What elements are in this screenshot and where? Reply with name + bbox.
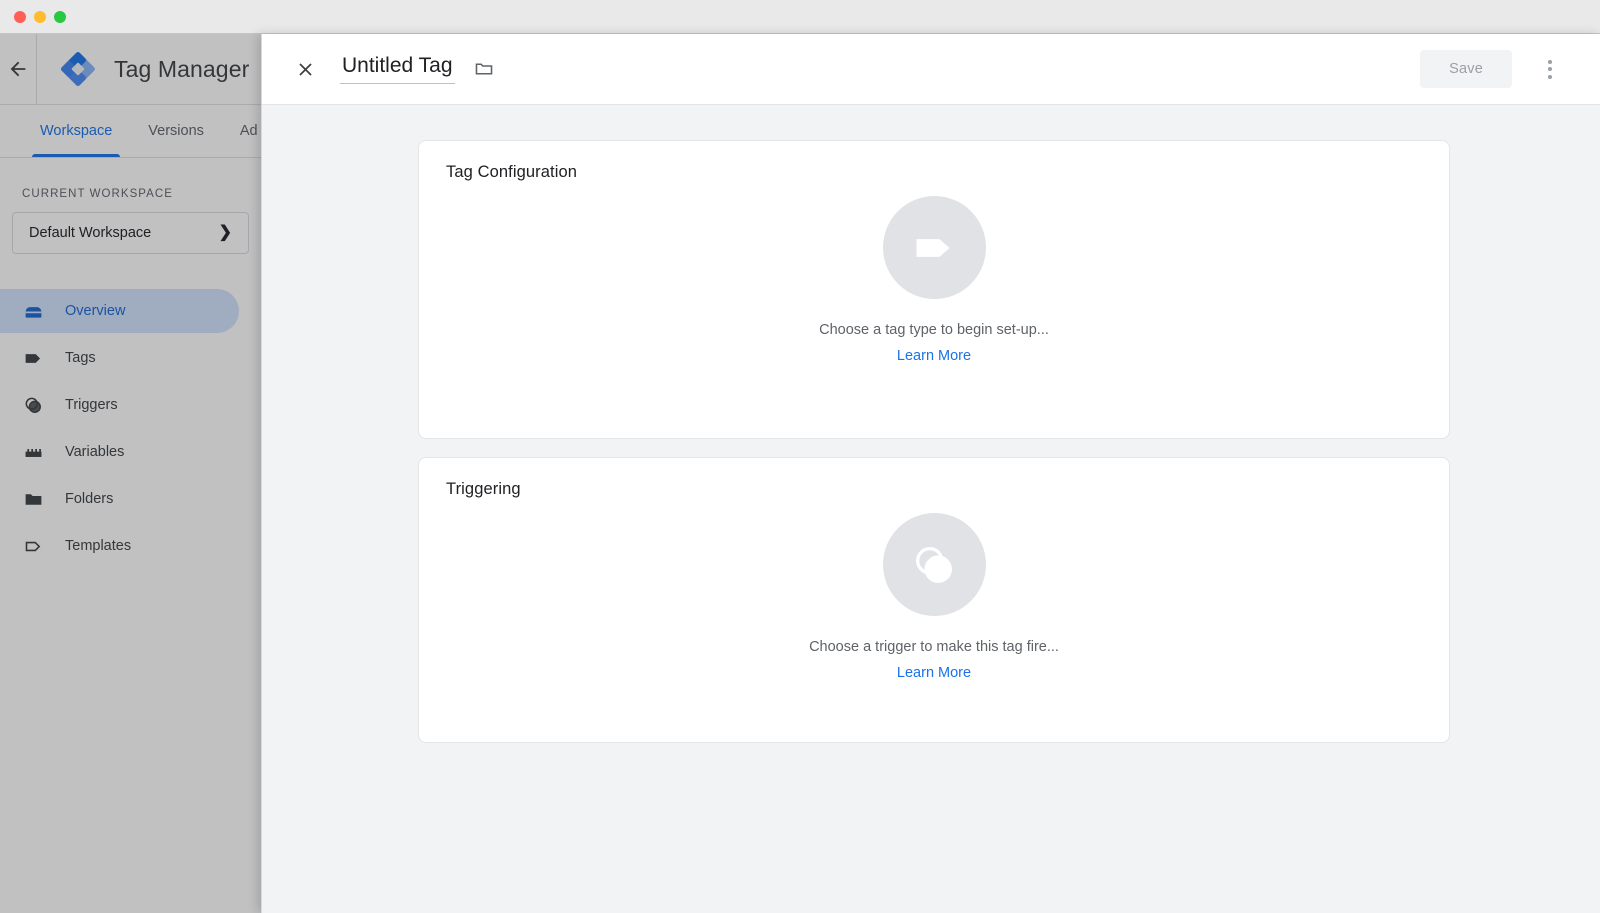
sidebar-item-templates[interactable]: Templates (0, 524, 239, 568)
folder-icon (22, 488, 44, 510)
triggering-caption: Choose a trigger to make this tag fire..… (809, 639, 1059, 655)
arrow-left-icon (10, 61, 26, 77)
back-button[interactable] (0, 34, 36, 105)
tag-configuration-card[interactable]: Tag Configuration Choose a tag type to b… (418, 140, 1450, 439)
sidebar-item-folders-label: Folders (65, 490, 114, 507)
traffic-lights (14, 10, 66, 23)
tag-editor-modal: Untitled Tag Save Tag Configuration Choo… (261, 34, 1600, 913)
variables-icon (22, 441, 44, 463)
tag-configuration-learn-more-link[interactable]: Learn More (897, 348, 971, 364)
tag-configuration-empty-state: Choose a tag type to begin set-up... Lea… (419, 196, 1449, 364)
window-titlebar (0, 0, 1600, 34)
sidebar-nav: Overview Tags Triggers Variables Folders… (0, 289, 261, 568)
more-options-button[interactable] (1530, 49, 1570, 89)
app-title: Tag Manager (114, 55, 250, 82)
more-vert-icon-dot-3 (1548, 74, 1552, 79)
save-button[interactable]: Save (1420, 50, 1512, 88)
app-window: Tag Manager Workspace Versions Ad CURREN… (0, 0, 1600, 913)
tab-admin-label: Ad (239, 122, 258, 139)
tag-name-input[interactable]: Untitled Tag (340, 54, 455, 85)
sidebar: CURRENT WORKSPACE Default Workspace ❯ Ov… (0, 158, 261, 913)
triggering-learn-more-link[interactable]: Learn More (897, 665, 971, 681)
sidebar-item-templates-label: Templates (65, 537, 132, 554)
workspace-name: Default Workspace (29, 225, 152, 241)
close-window-button[interactable] (14, 10, 26, 23)
sidebar-item-tags-label: Tags (65, 349, 96, 366)
triggering-empty-state: Choose a trigger to make this tag fire..… (419, 513, 1449, 681)
sidebar-item-folders[interactable]: Folders (0, 477, 239, 521)
tag-icon (22, 347, 44, 369)
maximize-window-button[interactable] (54, 10, 66, 23)
trigger-icon (916, 546, 952, 583)
sidebar-item-triggers-label: Triggers (65, 396, 118, 413)
brand: Tag Manager (37, 50, 249, 88)
sidebar-item-overview[interactable]: Overview (0, 289, 239, 333)
move-to-folder-button[interactable] (473, 58, 495, 80)
tag-configuration-title: Tag Configuration (446, 163, 578, 181)
folder-icon (475, 63, 492, 75)
sidebar-item-triggers[interactable]: Triggers (0, 383, 239, 427)
sidebar-item-variables[interactable]: Variables (0, 430, 239, 474)
workspace-selector[interactable]: Default Workspace ❯ (12, 212, 249, 254)
overview-icon (22, 300, 44, 322)
tab-workspace[interactable]: Workspace (22, 104, 130, 157)
triggering-card[interactable]: Triggering Choose a trigger to make this… (418, 457, 1450, 743)
close-button[interactable] (288, 52, 322, 86)
sidebar-item-tags[interactable]: Tags (0, 336, 239, 380)
sidebar-item-variables-label: Variables (65, 443, 125, 460)
tag-manager-logo (61, 52, 95, 86)
chevron-right-icon: ❯ (218, 224, 232, 241)
tag-icon-badge (882, 196, 986, 299)
tab-versions[interactable]: Versions (130, 104, 222, 157)
current-workspace-label: CURRENT WORKSPACE (22, 188, 173, 200)
more-vert-icon-dot-2 (1548, 67, 1552, 71)
trigger-icon (22, 394, 44, 416)
trigger-icon-badge (882, 513, 986, 616)
sidebar-item-overview-label: Overview (65, 302, 126, 319)
template-icon (22, 535, 44, 557)
tag-editor-header: Untitled Tag Save (262, 34, 1600, 105)
tag-icon (916, 238, 950, 257)
close-icon (298, 62, 312, 76)
tag-title-group: Untitled Tag (340, 54, 495, 85)
tag-configuration-caption: Choose a tag type to begin set-up... (819, 322, 1049, 338)
tab-versions-label: Versions (148, 122, 204, 139)
minimize-window-button[interactable] (34, 10, 46, 23)
tag-editor-body: Tag Configuration Choose a tag type to b… (262, 105, 1600, 913)
tab-workspace-label: Workspace (40, 122, 113, 139)
more-vert-icon-dot-1 (1548, 59, 1552, 64)
triggering-title: Triggering (446, 480, 521, 498)
